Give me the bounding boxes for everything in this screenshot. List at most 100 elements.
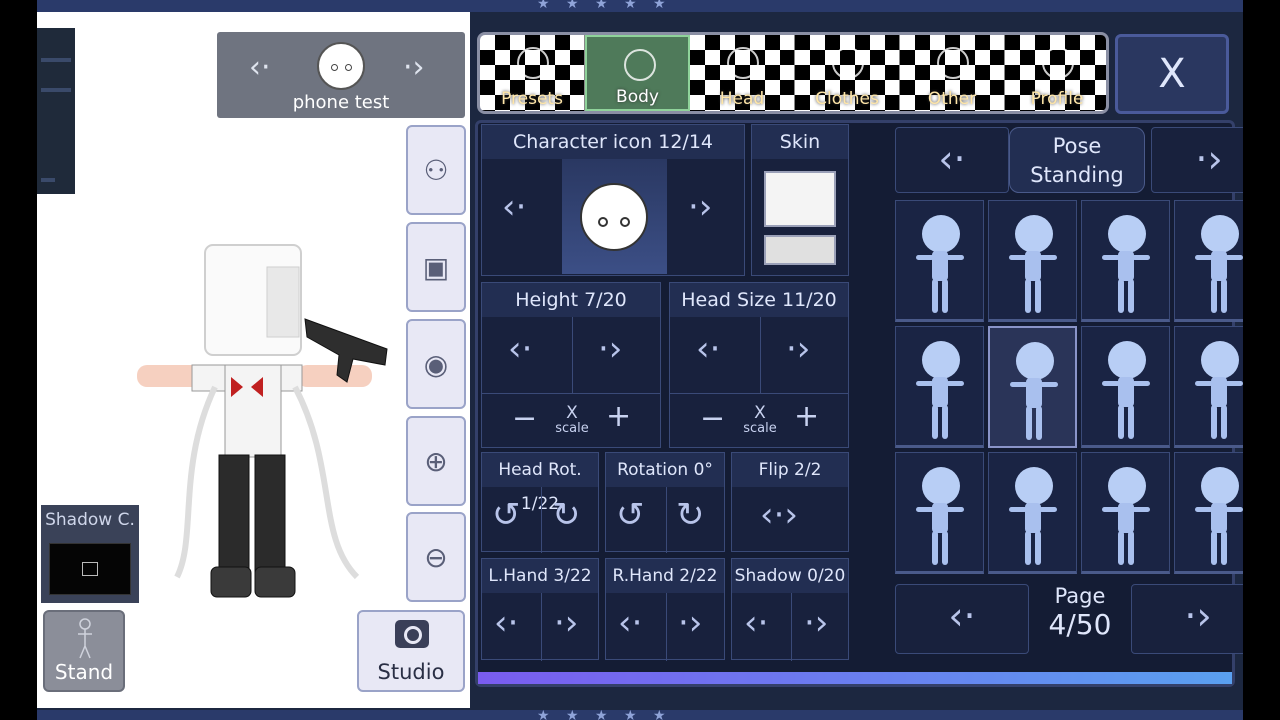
tab-clothes[interactable]: Clothes — [795, 35, 900, 111]
shadow-color-swatch[interactable] — [41, 535, 139, 603]
hide-ui-button[interactable]: ◉ — [406, 319, 466, 409]
rotation-control: Rotation 0° ↺ ↻ — [605, 452, 725, 553]
character-icon-prev[interactable]: ‹· — [502, 187, 526, 227]
l-hand-prev[interactable]: ‹· — [494, 603, 518, 643]
tab-profile[interactable]: Profile — [1005, 35, 1106, 111]
background-button[interactable]: ▣ — [406, 222, 466, 312]
rotation-right[interactable]: ↻ — [676, 495, 705, 535]
pose-figure-icon — [1010, 342, 1058, 442]
add-character-button[interactable]: ⚇ — [406, 125, 466, 215]
rotation-title: Rotation 0° — [606, 453, 724, 487]
pose-option[interactable] — [1174, 200, 1243, 322]
character-preview-canvas[interactable]: ‹· ·› phone test ⚇ ▣ ◉ ⊕ ⊖ Shadow C. Sta… — [37, 12, 470, 708]
skin-control: Skin — [751, 124, 849, 276]
head-size-prev[interactable]: ‹· — [696, 329, 720, 369]
height-prev[interactable]: ‹· — [508, 329, 532, 369]
l-hand-next[interactable]: ·› — [554, 603, 578, 643]
bottom-glow — [478, 672, 1232, 684]
character-face-icon — [317, 42, 365, 90]
pose-figure-icon — [916, 215, 964, 315]
tab-other[interactable]: Other — [900, 35, 1005, 111]
app-frame: ★ ★ ★ ★ ★ ‹· ·› phone test ⚇ ▣ ◉ ⊕ ⊖ Sha… — [37, 0, 1243, 720]
pose-prev-button[interactable]: ‹· — [895, 127, 1009, 193]
flip-button[interactable]: ‹·› — [760, 495, 798, 535]
pose-option[interactable] — [988, 452, 1077, 574]
customization-panel: Presets Body Head Clothes Other Profile … — [475, 32, 1243, 687]
r-hand-prev[interactable]: ‹· — [618, 603, 642, 643]
head-size-control: Head Size 11/20 ‹· ·› − X scale + — [669, 282, 849, 448]
next-character-button[interactable]: ·› — [403, 50, 425, 85]
character-icon-next[interactable]: ·› — [688, 187, 712, 227]
page-prev-button[interactable]: ‹· — [895, 584, 1029, 654]
pose-option[interactable] — [895, 452, 984, 574]
shadow-prev[interactable]: ‹· — [744, 603, 768, 643]
skin-swatch-primary[interactable] — [764, 171, 836, 227]
character-icon-title: Character icon 12/14 — [482, 125, 744, 159]
head-rot-left[interactable]: ↺ — [492, 495, 521, 535]
character-icon-control: Character icon 12/14 ‹· ·› — [481, 124, 745, 276]
r-hand-title: R.Hand 2/22 — [606, 559, 724, 593]
prev-character-button[interactable]: ‹· — [249, 50, 271, 85]
shadow-control: Shadow 0/20 ‹· ·› — [731, 558, 849, 661]
category-tabs: Presets Body Head Clothes Other Profile — [477, 32, 1109, 114]
skin-title: Skin — [752, 125, 848, 159]
pose-option[interactable] — [895, 200, 984, 322]
pose-next-button[interactable]: ·› — [1151, 127, 1243, 193]
rotation-left[interactable]: ↺ — [616, 495, 645, 535]
profile-icon — [1042, 47, 1074, 79]
pose-option[interactable] — [1081, 452, 1170, 574]
pose-figure-icon — [916, 467, 964, 567]
head-size-minus-button[interactable]: − — [700, 401, 725, 436]
pose-option[interactable] — [988, 200, 1077, 322]
l-hand-title: L.Hand 3/22 — [482, 559, 598, 593]
page-next-button[interactable]: ·› — [1131, 584, 1243, 654]
head-size-plus-button[interactable]: + — [794, 399, 819, 434]
tab-presets[interactable]: Presets — [480, 35, 585, 111]
studio-label: Studio — [377, 660, 445, 684]
stand-button[interactable]: Stand — [43, 610, 125, 692]
stand-figure-icon — [78, 618, 92, 659]
pose-option[interactable] — [1081, 200, 1170, 322]
skin-swatch-secondary[interactable] — [764, 235, 836, 265]
zoom-out-button[interactable]: ⊖ — [406, 512, 466, 602]
pose-option[interactable] — [988, 326, 1077, 448]
r-hand-next[interactable]: ·› — [678, 603, 702, 643]
head-rot-right[interactable]: ↻ — [552, 495, 581, 535]
height-title: Height 7/20 — [482, 283, 660, 317]
height-control: Height 7/20 ‹· ·› − X scale + — [481, 282, 661, 448]
shadow-next[interactable]: ·› — [804, 603, 828, 643]
height-scale-label: scale — [555, 421, 589, 436]
face-icon — [580, 183, 648, 251]
body-icon — [624, 49, 656, 81]
head-size-title: Head Size 11/20 — [670, 283, 848, 317]
shadow-title: Shadow 0/20 — [732, 559, 848, 593]
close-button[interactable]: X — [1115, 34, 1229, 114]
camera-icon — [395, 620, 429, 648]
stars-decoration: ★ ★ ★ ★ ★ — [537, 0, 672, 12]
height-minus-button[interactable]: − — [512, 401, 537, 436]
head-rot-title: Head Rot. 1/22 — [482, 453, 598, 514]
scene-thumbnail[interactable] — [37, 28, 75, 194]
pose-option[interactable] — [1174, 452, 1243, 574]
studio-button[interactable]: Studio — [357, 610, 465, 692]
height-x-label: X — [566, 403, 578, 423]
tab-head[interactable]: Head — [690, 35, 795, 111]
head-size-next[interactable]: ·› — [786, 329, 810, 369]
flip-control: Flip 2/2 ‹·› — [731, 452, 849, 552]
add-person-icon: ⚇ — [423, 153, 449, 187]
pose-option[interactable] — [895, 326, 984, 448]
tab-body[interactable]: Body — [585, 35, 690, 111]
height-next[interactable]: ·› — [598, 329, 622, 369]
page-indicator: Page 4/50 — [1015, 584, 1145, 641]
character-icon-preview — [562, 159, 667, 274]
clothes-icon — [832, 47, 864, 79]
stars-decoration-bottom: ★ ★ ★ ★ ★ — [537, 708, 672, 720]
height-plus-button[interactable]: + — [606, 399, 631, 434]
pose-label: Pose — [1052, 134, 1102, 158]
pose-option[interactable] — [1174, 326, 1243, 448]
zoom-in-button[interactable]: ⊕ — [406, 416, 466, 506]
page-label: Page — [1054, 584, 1106, 608]
pose-option[interactable] — [1081, 326, 1170, 448]
character-figure[interactable] — [137, 237, 397, 607]
top-border: ★ ★ ★ ★ ★ — [37, 0, 1243, 12]
